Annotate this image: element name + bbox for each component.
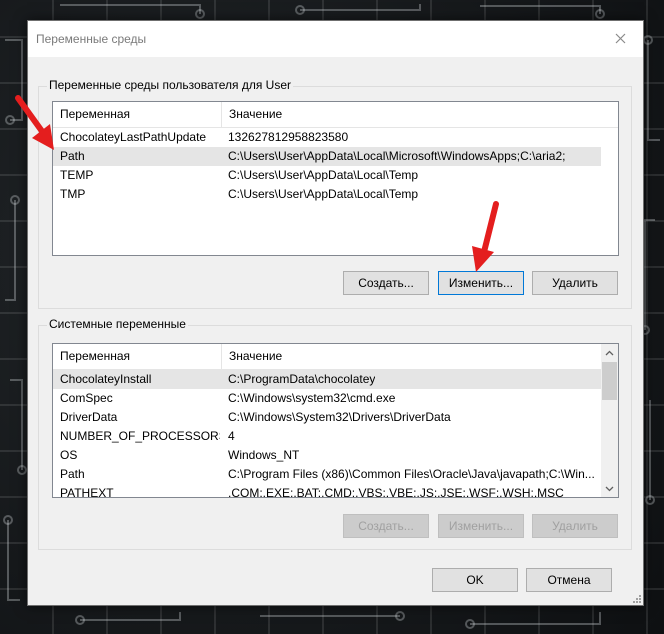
dialog-title: Переменные среды — [36, 32, 147, 46]
vertical-scrollbar[interactable] — [601, 344, 618, 497]
table-row[interactable]: PATHEXT .COM;.EXE;.BAT;.CMD;.VBS;.VBE;.J… — [53, 484, 601, 498]
close-icon — [615, 33, 625, 43]
title-bar[interactable]: Переменные среды — [28, 21, 643, 57]
scroll-up-button[interactable] — [601, 344, 618, 361]
table-row[interactable]: OS Windows_NT — [53, 446, 601, 465]
table-row[interactable]: ChocolateyLastPathUpdate 132627812958823… — [53, 128, 601, 147]
system-new-button[interactable]: Создать... — [343, 514, 429, 538]
variable-value: C:\Users\User\AppData\Local\Temp — [228, 168, 419, 182]
variable-name: Path — [60, 149, 85, 163]
system-edit-button[interactable]: Изменить... — [438, 514, 524, 538]
user-variables-list[interactable]: Переменная Значение ChocolateyLastPathUp… — [52, 101, 619, 256]
user-variables-group: Переменные среды пользователя для User П… — [38, 78, 632, 309]
variable-value: 132627812958823580 — [228, 130, 349, 144]
environment-variables-dialog: Переменные среды Переменные среды пользо… — [27, 20, 644, 606]
table-row-selected[interactable]: ChocolateyInstall C:\ProgramData\chocola… — [53, 370, 601, 389]
table-row[interactable]: DriverData C:\Windows\System32\Drivers\D… — [53, 408, 601, 427]
variable-name: NUMBER_OF_PROCESSORS — [60, 429, 220, 443]
variable-name: DriverData — [60, 410, 118, 424]
table-row[interactable]: NUMBER_OF_PROCESSORS 4 — [53, 427, 601, 446]
variable-value: C:\Users\User\AppData\Local\Microsoft\Wi… — [228, 149, 566, 163]
variable-name: PATHEXT — [60, 486, 114, 498]
list-header: Переменная Значение — [53, 344, 618, 370]
variable-value: Windows_NT — [228, 448, 300, 462]
column-header-variable[interactable]: Переменная — [53, 344, 222, 369]
system-variables-list[interactable]: Переменная Значение ChocolateyInstall C:… — [52, 343, 619, 498]
ok-button[interactable]: OK — [432, 568, 518, 592]
variable-value: C:\Program Files (x86)\Common Files\Orac… — [228, 467, 595, 481]
scrollbar-thumb[interactable] — [602, 362, 617, 400]
variable-name: OS — [60, 448, 78, 462]
column-header-value[interactable]: Значение — [222, 102, 618, 127]
table-row-selected[interactable]: Path C:\Users\User\AppData\Local\Microso… — [53, 147, 601, 166]
cancel-button[interactable]: Отмена — [526, 568, 612, 592]
user-delete-button[interactable]: Удалить — [532, 271, 618, 295]
column-header-variable[interactable]: Переменная — [53, 102, 222, 127]
user-edit-button[interactable]: Изменить... — [438, 271, 524, 295]
variable-name: Path — [60, 467, 85, 481]
list-header: Переменная Значение — [53, 102, 618, 128]
user-variables-label: Переменные среды пользователя для User — [47, 78, 293, 92]
chevron-down-icon — [605, 486, 614, 491]
variable-value: 4 — [228, 429, 235, 443]
system-delete-button[interactable]: Удалить — [532, 514, 618, 538]
variable-name: TMP — [60, 187, 86, 201]
user-new-button[interactable]: Создать... — [343, 271, 429, 295]
variable-name: TEMP — [60, 168, 94, 182]
table-row[interactable]: TMP C:\Users\User\AppData\Local\Temp — [53, 185, 601, 204]
system-variables-group: Системные переменные Переменная Значение… — [38, 317, 632, 550]
chevron-up-icon — [605, 350, 614, 355]
variable-value: C:\ProgramData\chocolatey — [228, 372, 376, 386]
column-header-value[interactable]: Значение — [222, 344, 618, 369]
resize-grip-icon[interactable] — [632, 594, 642, 604]
variable-name: ChocolateyLastPathUpdate — [60, 130, 207, 144]
scroll-down-button[interactable] — [601, 480, 618, 497]
system-variables-label: Системные переменные — [47, 317, 188, 331]
close-button[interactable] — [597, 21, 643, 55]
variable-name: ComSpec — [60, 391, 113, 405]
variable-value: C:\Windows\System32\Drivers\DriverData — [228, 410, 451, 424]
variable-value: C:\Users\User\AppData\Local\Temp — [228, 187, 419, 201]
variable-name: ChocolateyInstall — [60, 372, 152, 386]
table-row[interactable]: Path C:\Program Files (x86)\Common Files… — [53, 465, 601, 484]
variable-value: .COM;.EXE;.BAT;.CMD;.VBS;.VBE;.JS;.JSE;.… — [228, 486, 564, 498]
table-row[interactable]: ComSpec C:\Windows\system32\cmd.exe — [53, 389, 601, 408]
table-row[interactable]: TEMP C:\Users\User\AppData\Local\Temp — [53, 166, 601, 185]
variable-value: C:\Windows\system32\cmd.exe — [228, 391, 396, 405]
